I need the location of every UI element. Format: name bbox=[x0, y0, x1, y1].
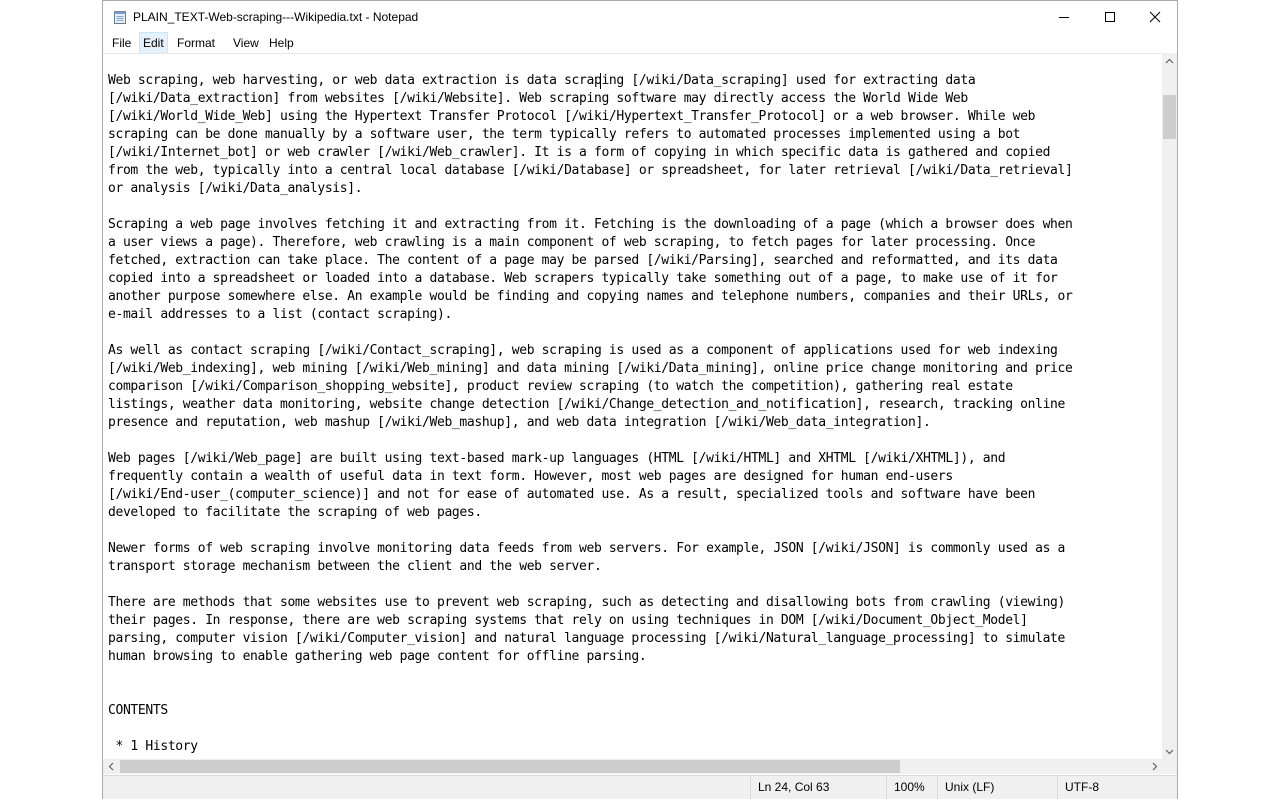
maximize-button[interactable] bbox=[1087, 1, 1133, 33]
scroll-up-icon[interactable] bbox=[1162, 53, 1177, 68]
scrollbar-corner bbox=[1162, 759, 1177, 774]
horizontal-scroll-thumb[interactable] bbox=[120, 760, 900, 773]
line-ending: Unix (LF) bbox=[937, 776, 1057, 799]
window-title: PLAIN_TEXT-Web-scraping---Wikipedia.txt … bbox=[133, 10, 419, 24]
status-bar: Ln 24, Col 63 100% Unix (LF) UTF-8 bbox=[103, 775, 1177, 799]
menu-format[interactable]: Format bbox=[174, 33, 218, 53]
document-text[interactable]: Web scraping, web harvesting, or web dat… bbox=[108, 72, 1073, 756]
minimize-icon bbox=[1058, 11, 1070, 23]
menu-view[interactable]: View bbox=[230, 33, 262, 53]
close-button[interactable] bbox=[1132, 1, 1178, 33]
close-icon bbox=[1149, 11, 1161, 23]
zoom-level: 100% bbox=[886, 776, 937, 799]
vertical-scrollbar[interactable] bbox=[1162, 53, 1177, 759]
text-editor[interactable]: Web scraping, web harvesting, or web dat… bbox=[103, 53, 1162, 760]
menu-file[interactable]: File bbox=[109, 33, 134, 53]
horizontal-scrollbar[interactable] bbox=[103, 759, 1162, 774]
text-caret bbox=[600, 73, 601, 89]
menu-edit[interactable]: Edit bbox=[139, 32, 168, 54]
scroll-down-icon[interactable] bbox=[1162, 744, 1177, 759]
menu-help[interactable]: Help bbox=[266, 33, 297, 53]
minimize-button[interactable] bbox=[1041, 1, 1087, 33]
title-bar[interactable]: PLAIN_TEXT-Web-scraping---Wikipedia.txt … bbox=[103, 1, 1177, 33]
notepad-icon bbox=[113, 10, 127, 24]
cursor-position: Ln 24, Col 63 bbox=[750, 776, 896, 799]
vertical-scroll-thumb[interactable] bbox=[1163, 95, 1176, 139]
scroll-left-icon[interactable] bbox=[103, 759, 118, 774]
maximize-icon bbox=[1104, 11, 1116, 23]
notepad-window: PLAIN_TEXT-Web-scraping---Wikipedia.txt … bbox=[102, 0, 1178, 799]
menu-bar: File Edit Format View Help bbox=[103, 32, 1177, 54]
scroll-right-icon[interactable] bbox=[1147, 759, 1162, 774]
encoding: UTF-8 bbox=[1057, 776, 1177, 799]
